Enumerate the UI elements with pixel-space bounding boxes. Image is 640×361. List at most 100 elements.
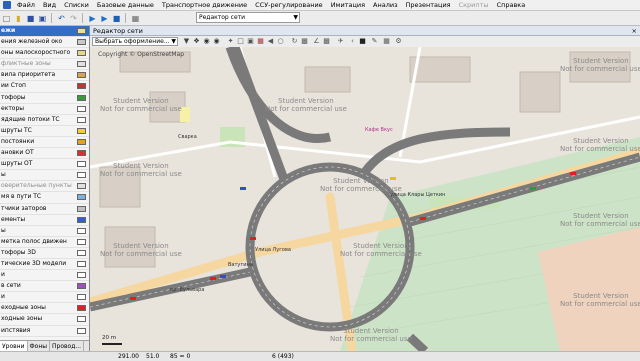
pan-hand-icon[interactable]: ✦	[226, 37, 235, 46]
zoom-window-icon[interactable]: □	[236, 37, 245, 46]
layer-row[interactable]: ы	[0, 226, 89, 237]
vehicle-icon[interactable]: ▩	[300, 37, 309, 46]
layer-color-swatch[interactable]	[77, 294, 86, 301]
layer-row[interactable]: оверительные пункты	[0, 181, 89, 193]
layer-row[interactable]: тчики заторов	[0, 204, 89, 215]
layer-color-swatch[interactable]	[77, 161, 86, 168]
globe-icon[interactable]: ◉	[202, 37, 211, 46]
layer-row[interactable]: фликтные зоны	[0, 59, 89, 71]
layer-color-swatch[interactable]	[77, 138, 86, 145]
layer-color-swatch[interactable]	[77, 61, 86, 68]
screenshot-icon[interactable]: ▩	[322, 37, 331, 46]
layer-row[interactable]: ии Стоп	[0, 81, 89, 93]
grid-icon[interactable]: ▦	[382, 37, 391, 46]
zoom-extent-icon[interactable]: ▦	[256, 37, 265, 46]
save-icon[interactable]: ■	[25, 13, 36, 24]
layer-color-swatch[interactable]	[77, 216, 86, 223]
layer-color-swatch[interactable]	[77, 260, 86, 267]
pin-icon[interactable]: ▼	[182, 37, 191, 46]
layer-color-swatch[interactable]	[77, 194, 86, 201]
step-icon[interactable]: ▶​	[99, 13, 110, 24]
layer-row[interactable]: ходные зоны	[0, 314, 89, 326]
open-folder-icon[interactable]: ▮	[13, 13, 24, 24]
window-layout-icon[interactable]: ▦	[130, 13, 141, 24]
layer-row[interactable]: и	[0, 270, 89, 282]
save-as-icon[interactable]: ▣	[37, 13, 48, 24]
record-icon[interactable]: ■	[358, 37, 367, 46]
zoom-icon[interactable]: ○	[276, 37, 285, 46]
layer-row[interactable]: ения железной око	[0, 37, 89, 49]
menu-signal-control[interactable]: ССУ-регулирование	[251, 0, 327, 10]
layer-color-swatch[interactable]	[77, 249, 86, 256]
edit-icon[interactable]: ✎	[370, 37, 379, 46]
network-map[interactable]: Copyright © OpenStreetMap Student Versio…	[90, 47, 640, 351]
menu-base-data[interactable]: Базовые данные	[93, 0, 158, 10]
layer-color-swatch[interactable]	[77, 150, 86, 157]
close-icon[interactable]: ×	[632, 26, 637, 36]
layer-color-swatch[interactable]	[77, 172, 86, 179]
layer-color-swatch[interactable]	[77, 72, 86, 79]
layer-row[interactable]: мя в пути ТС	[0, 192, 89, 204]
layer-color-swatch[interactable]	[77, 127, 86, 134]
menu-file[interactable]: Файл	[13, 0, 39, 10]
zoom-previous-icon[interactable]: ◀	[266, 37, 275, 46]
view-select[interactable]: Редактор сети ▼	[196, 12, 300, 23]
menu-simulation[interactable]: Имитация	[327, 0, 369, 10]
layer-color-swatch[interactable]	[77, 94, 86, 101]
layer-row[interactable]: шруты ТС	[0, 126, 89, 137]
layer-color-swatch[interactable]	[77, 83, 86, 90]
airplane-icon[interactable]: ✈	[336, 37, 345, 46]
layer-color-swatch[interactable]	[77, 316, 86, 323]
layer-row[interactable]: ановки ОТ	[0, 148, 89, 160]
layer-row[interactable]: екторы	[0, 104, 89, 115]
layer-row[interactable]: ы	[0, 170, 89, 182]
layer-row[interactable]: ипстявия	[0, 326, 89, 337]
menu-traffic[interactable]: Транспортное движение	[158, 0, 251, 10]
layer-color-swatch[interactable]	[77, 116, 86, 123]
layer-color-swatch[interactable]	[77, 272, 86, 279]
layer-color-swatch[interactable]	[77, 283, 86, 290]
menu-scripts[interactable]: Скрипты	[455, 0, 493, 10]
layer-row[interactable]: тические 3D модели	[0, 259, 89, 271]
layer-color-swatch[interactable]	[77, 305, 86, 312]
stop-icon[interactable]: ■	[111, 13, 122, 24]
layer-row[interactable]: метка полос движен	[0, 237, 89, 248]
layer-color-swatch[interactable]	[77, 39, 86, 46]
layer-color-swatch[interactable]	[77, 227, 86, 234]
settings-icon[interactable]: ⚙	[394, 37, 403, 46]
menu-analysis[interactable]: Анализ	[369, 0, 402, 10]
layer-row[interactable]: и	[0, 292, 89, 304]
layer-row[interactable]: тофоры	[0, 93, 89, 104]
undo-icon[interactable]: ↶	[56, 13, 67, 24]
layer-row[interactable]: еходные зоны	[0, 303, 89, 315]
layer-color-swatch[interactable]	[77, 183, 86, 190]
layer-row[interactable]: ежи	[0, 26, 89, 38]
layer-row[interactable]: в сети	[0, 281, 89, 293]
layer-row[interactable]: ементы	[0, 215, 89, 226]
layer-row[interactable]: ядящие потоки ТС	[0, 115, 89, 126]
menu-view[interactable]: Вид	[39, 0, 60, 10]
new-file-icon[interactable]: □	[1, 13, 12, 24]
menu-presentation[interactable]: Презентация	[402, 0, 455, 10]
redo-icon[interactable]: ↷	[68, 13, 79, 24]
layer-color-swatch[interactable]	[77, 205, 86, 212]
layer-row[interactable]: шруты ОТ	[0, 159, 89, 171]
menu-lists[interactable]: Списки	[60, 0, 93, 10]
measure-icon[interactable]: ∠	[312, 37, 321, 46]
layer-color-swatch[interactable]	[77, 50, 86, 57]
layer-row[interactable]: вила приоритета	[0, 70, 89, 82]
zoom-all-icon[interactable]: ▣	[246, 37, 255, 46]
chevron-left-icon[interactable]: ‹	[348, 37, 357, 46]
layer-color-swatch[interactable]	[77, 28, 86, 34]
menu-help[interactable]: Справка	[493, 0, 530, 10]
wrench-icon[interactable]: ❖	[192, 37, 201, 46]
map-background-icon[interactable]: ◉	[212, 37, 221, 46]
layer-row[interactable]: тофоры 3D	[0, 248, 89, 259]
rotate-icon[interactable]: ↻	[290, 37, 299, 46]
layer-row[interactable]: постоянки	[0, 137, 89, 149]
play-icon[interactable]: ▶	[87, 13, 98, 24]
layer-row[interactable]: оны малоскоростного	[0, 48, 89, 60]
layer-color-swatch[interactable]	[77, 327, 86, 334]
layer-color-swatch[interactable]	[77, 105, 86, 112]
layer-color-swatch[interactable]	[77, 238, 86, 245]
